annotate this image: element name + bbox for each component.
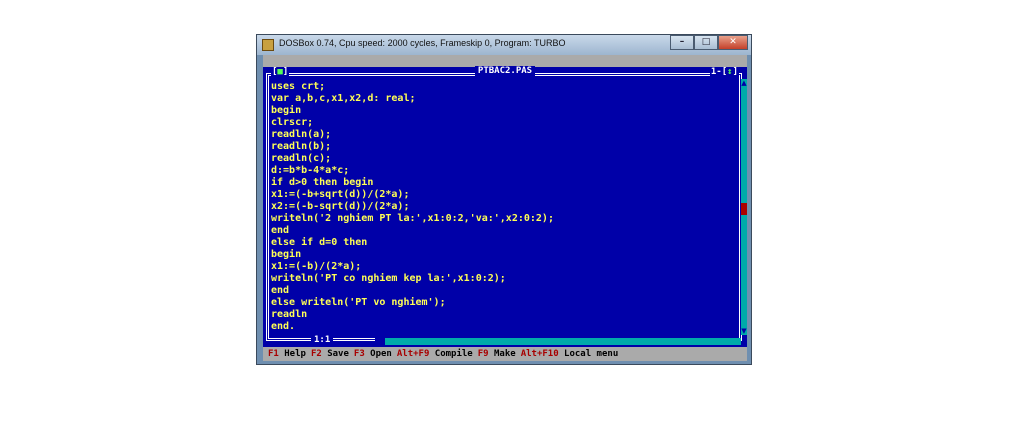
- window-number[interactable]: 1-[↕]: [709, 67, 739, 78]
- dos-screen: FileEditSearchRunCompileDebugToolsOption…: [263, 55, 747, 361]
- code-line[interactable]: end.: [271, 321, 554, 333]
- status-label: Compile: [434, 349, 473, 359]
- status-item-open[interactable]: F3 Open: [354, 347, 392, 361]
- code-line[interactable]: readln(c);: [271, 153, 554, 165]
- code-line[interactable]: if d>0 then begin: [271, 177, 554, 189]
- status-key: Alt+F10: [520, 349, 559, 359]
- editor-filename: PTBAC2.PAS: [474, 66, 536, 76]
- minimize-button[interactable]: –: [670, 35, 694, 50]
- code-line[interactable]: else writeln('PT vo nghiem');: [271, 297, 554, 309]
- maximize-button[interactable]: □: [694, 35, 718, 50]
- editor-window[interactable]: PTBAC2.PAS [■] 1-[↕] uses crt; var a,b,c,…: [263, 66, 747, 347]
- status-key: F9: [477, 349, 489, 359]
- cursor-position: 1:1: [311, 335, 334, 346]
- status-key: F2: [310, 349, 322, 359]
- code-line[interactable]: var a,b,c,x1,x2,d: real;: [271, 93, 554, 105]
- status-item-make[interactable]: F9 Make: [478, 347, 516, 361]
- title-bar[interactable]: DOSBox 0.74, Cpu speed: 2000 cycles, Fra…: [257, 35, 751, 55]
- dosbox-window: DOSBox 0.74, Cpu speed: 2000 cycles, Fra…: [256, 34, 752, 365]
- code-line[interactable]: d:=b*b-4*a*c;: [271, 165, 554, 177]
- code-line[interactable]: writeln('2 nghiem PT la:',x1:0:2,'va:',x…: [271, 213, 554, 225]
- code-line[interactable]: readln(b);: [271, 141, 554, 153]
- scroll-down-arrow-icon[interactable]: ▼: [741, 327, 747, 335]
- status-item-local-menu[interactable]: Alt+F10 Local menu: [521, 347, 619, 361]
- code-line[interactable]: begin: [271, 249, 554, 261]
- horizontal-scroll-thumb[interactable]: [375, 338, 385, 345]
- window-title: DOSBox 0.74, Cpu speed: 2000 cycles, Fra…: [279, 38, 566, 48]
- status-label: Save: [327, 349, 349, 359]
- status-label: Open: [370, 349, 392, 359]
- code-line[interactable]: x1:=(-b+sqrt(d))/(2*a);: [271, 189, 554, 201]
- horizontal-scrollbar[interactable]: [375, 338, 741, 345]
- close-button[interactable]: ✕: [718, 35, 748, 50]
- code-line[interactable]: x1:=(-b)/(2*a);: [271, 261, 554, 273]
- status-key: F3: [353, 349, 365, 359]
- scroll-up-arrow-icon[interactable]: ▲: [741, 79, 747, 87]
- code-area[interactable]: uses crt; var a,b,c,x1,x2,d: real; begin cl…: [271, 81, 554, 333]
- status-bar: F1 Help F2 Save F3 Open Alt+F9 Compile F9 Ma…: [263, 347, 747, 361]
- code-line[interactable]: end: [271, 285, 554, 297]
- vertical-scroll-thumb[interactable]: [741, 203, 747, 215]
- status-item-help[interactable]: F1 Help: [268, 347, 306, 361]
- code-line[interactable]: end: [271, 225, 554, 237]
- status-label: Make: [494, 349, 516, 359]
- status-key: F1: [268, 349, 279, 359]
- status-item-save[interactable]: F2 Save: [311, 347, 349, 361]
- status-item-compile[interactable]: Alt+F9 Compile: [397, 347, 473, 361]
- editor-filename-bar: PTBAC2.PAS: [263, 66, 747, 77]
- code-line[interactable]: else if d=0 then: [271, 237, 554, 249]
- status-label: Local menu: [564, 349, 619, 359]
- code-line[interactable]: uses crt;: [271, 81, 554, 93]
- dosbox-app-icon[interactable]: [262, 39, 274, 51]
- status-label: Help: [284, 349, 306, 359]
- code-line[interactable]: begin: [271, 105, 554, 117]
- code-line[interactable]: readln(a);: [271, 129, 554, 141]
- code-line[interactable]: x2:=(-b-sqrt(d))/(2*a);: [271, 201, 554, 213]
- editor-close-box[interactable]: [■]: [271, 67, 290, 78]
- editor-bottom-line: 1:1: [263, 335, 747, 347]
- vertical-scrollbar[interactable]: ▲ ▼: [741, 79, 747, 335]
- code-line[interactable]: writeln('PT co nghiem kep la:',x1:0:2);: [271, 273, 554, 285]
- code-line[interactable]: readln: [271, 309, 554, 321]
- status-key: Alt+F9: [396, 349, 430, 359]
- code-line[interactable]: clrscr;: [271, 117, 554, 129]
